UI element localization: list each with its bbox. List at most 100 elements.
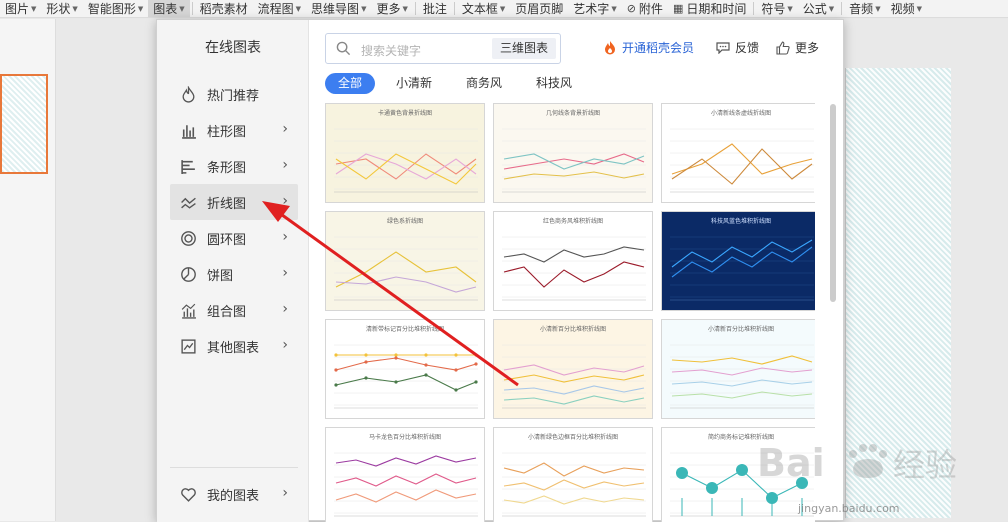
template-preview [502,452,646,517]
feedback-label: 反馈 [735,41,760,55]
caret-down-icon: ▼ [787,4,793,13]
filter-tab[interactable]: 科技风 [523,73,585,94]
toolbar-label: 图片 [5,2,30,16]
template-title: 马卡龙色百分比堆积折线图 [368,434,441,441]
toolbar-item-button[interactable]: 智能图形 ▼ [83,0,148,17]
toolbar-separator [753,2,755,15]
chart-template-card[interactable]: 几何线条背景折线图 [493,103,653,203]
caret-down-icon: ▼ [179,4,185,13]
sidebar-item-column-chart[interactable]: 柱形图 › [170,112,298,148]
filter-tab[interactable]: 全部 [325,73,376,94]
toolbar-item-button[interactable]: 符号 ▼ [756,0,797,17]
baidu-watermark-logo: Bai 经验 [757,441,957,485]
open-membership-link[interactable]: 开通稻壳会员 [603,39,694,56]
sidebar-item-label: 柱形图 [207,124,247,140]
template-title: 卡通黄色背景折线图 [377,110,432,117]
bar-chart-icon [180,158,197,175]
toolbar-item-button[interactable]: 批注 [418,0,452,17]
template-title: 红色商务风堆积折线图 [542,218,603,225]
caret-down-icon: ▼ [611,4,617,13]
caret-down-icon: ▼ [916,4,922,13]
sidebar-item-my-charts[interactable]: 我的图表 › [170,476,298,512]
chart-template-card[interactable]: 清新带标记百分比堆积折线图 [325,319,485,419]
combo-chart-icon [180,302,197,319]
sidebar-item-label: 圆环图 [207,232,247,248]
toolbar-item-button[interactable]: 艺术字 ▼ [568,0,621,17]
chart-template-card[interactable]: 小清新线条虚线折线图 [661,103,815,203]
search-icon [336,41,351,56]
template-preview [502,344,646,409]
toolbar-item-button[interactable]: 形状 ▼ [41,0,82,17]
sidebar-item-line-chart[interactable]: 折线图 › [170,184,298,220]
toolbar-paperclip-button[interactable]: ⊘ 附件 [622,0,668,17]
sidebar-item-combo-chart[interactable]: 组合图 › [170,292,298,328]
more-label: 更多 [795,41,820,55]
chart-template-card[interactable]: 绿色系折线图 [325,211,485,311]
toolbar-item-button[interactable]: 图片 ▼ [0,0,41,17]
toolbar-label: 形状 [46,2,71,16]
toolbar-item-button[interactable]: 公式 ▼ [798,0,839,17]
sidebar-title: 在线图表 [205,40,261,56]
toolbar-label: 附件 [638,2,663,16]
gallery-scrollbar[interactable] [830,104,836,302]
chart-template-card[interactable]: 科技风蓝色堆积折线图 [661,211,815,311]
paperclip-icon: ⊘ [626,2,636,15]
chevron-right-icon: › [282,229,288,245]
chart-template-card[interactable]: 小清新绿色边框百分比堆积折线图 [493,427,653,522]
search-tag-3d-charts[interactable]: 三维图表 [491,38,556,59]
chart-template-card[interactable]: 卡通黄色背景折线图 [325,103,485,203]
toolbar-separator [414,2,416,15]
template-title: 清新带标记百分比堆积折线图 [365,326,444,333]
chevron-right-icon: › [282,485,288,501]
chart-template-card[interactable]: 红色商务风堆积折线图 [493,211,653,311]
toolbar-item-button[interactable]: 稻壳素材 [195,0,253,17]
sidebar-item-donut-chart[interactable]: 圆环图 › [170,220,298,256]
chevron-right-icon: › [282,121,288,137]
online-chart-gallery: 在线图表 热门推荐 柱形图 › 条形图 › 折线图 › 圆环图 › 饼图 › 组合图 › 其他图表 › 我的… [156,19,844,522]
search-placeholder[interactable]: 搜索关键字 [361,42,421,59]
template-preview [334,344,478,409]
chart-template-card[interactable]: 小清新百分比堆积折线图 [661,319,815,419]
template-title: 小清新线条虚线折线图 [710,110,771,117]
toolbar-item-button[interactable]: 图表 ▼ [148,0,190,17]
flame-badge-icon [605,41,615,55]
toolbar-label: 稻壳素材 [199,2,248,16]
chart-template-card[interactable]: 马卡龙色百分比堆积折线图 [325,427,485,522]
toolbar-item-button[interactable]: 思维导图 ▼ [306,0,371,17]
chart-template-card[interactable]: 小清新百分比堆积折线图 [493,319,653,419]
toolbar-item-button[interactable]: 音频 ▼ [844,0,885,17]
svg-text:Bai: Bai [757,441,825,485]
sidebar-item-flame[interactable]: 热门推荐 [170,76,298,112]
toolbar-calendar-button[interactable]: ▦ 日期和时间 [668,0,751,17]
template-preview [502,128,646,193]
search-field[interactable]: 搜索关键字 三维图表 [325,33,561,64]
toolbar-item-button[interactable]: 页眉页脚 [510,0,568,17]
pie-chart-icon [180,266,197,283]
sidebar-item-pie-chart[interactable]: 饼图 › [170,256,298,292]
caret-down-icon: ▼ [137,4,144,13]
toolbar-item-button[interactable]: 视频 ▼ [886,0,927,17]
toolbar-label: 公式 [802,2,827,16]
toolbar-item-button[interactable]: 流程图 ▼ [253,0,306,17]
toolbar-label: 艺术字 [573,2,610,16]
filter-tab[interactable]: 小清新 [383,73,445,94]
template-title: 小清新百分比堆积折线图 [539,326,606,333]
toolbar-item-button[interactable]: 更多 ▼ [371,0,412,17]
sidebar-item-bar-chart[interactable]: 条形图 › [170,148,298,184]
feedback-button[interactable]: 反馈 [716,39,759,56]
sidebar-item-other-chart[interactable]: 其他图表 › [170,328,298,364]
caret-down-icon: ▼ [402,4,408,13]
template-preview [334,236,478,301]
filter-tab[interactable]: 商务风 [453,73,515,94]
membership-label: 开通稻壳会员 [622,41,695,55]
sidebar-item-label: 条形图 [207,160,247,176]
column-chart-icon [180,122,197,139]
template-preview [334,128,478,193]
toolbar-item-button[interactable]: 文本框 ▼ [457,0,510,17]
more-button[interactable]: 更多 [776,39,819,56]
chart-template-grid: 卡通黄色背景折线图 几何线条背景折线图 小清新线条虚线折线图绿色系折线图 红色商务风堆… [325,103,815,522]
caret-down-icon: ▼ [499,4,506,13]
caret-down-icon: ▼ [295,4,302,13]
slide-thumbnail[interactable] [0,74,48,174]
toolbar-label: 思维导图 [311,2,360,16]
